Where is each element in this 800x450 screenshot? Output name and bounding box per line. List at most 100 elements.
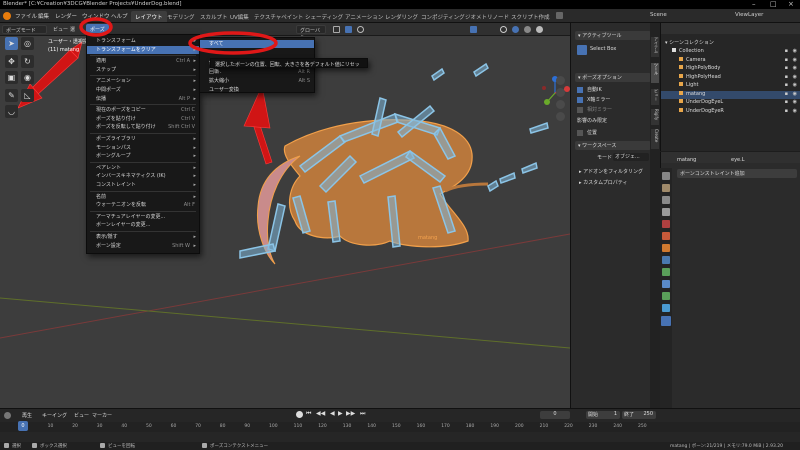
outliner-row-label: Collection (679, 48, 704, 54)
x-mirror-checkbox[interactable]: X軸ミラー (577, 96, 610, 103)
outliner-row[interactable]: Collection ◉ ▪ (661, 48, 800, 56)
active-tool-panel-header[interactable]: ▾ アクティブツール (575, 31, 651, 40)
jump-start-icon[interactable]: ⏮ (306, 410, 311, 418)
visibility-eye-icon[interactable]: ◉ (793, 48, 797, 54)
visibility-eye-icon[interactable]: ◉ (793, 74, 797, 80)
properties-editor: matang eye.L ボーンコンストレイント追加 (660, 152, 800, 408)
frame-tick-label: 60 (170, 424, 177, 429)
object-type-icon (679, 65, 683, 69)
outliner-row[interactable]: Camera ◉ ▪ (661, 56, 800, 65)
current-frame-field[interactable]: 0 (540, 411, 570, 419)
scene-collection-row[interactable]: ▾ シーンコレクション (665, 39, 714, 46)
outliner-row[interactable]: UnderDogEyeL ◉ ▪ (661, 99, 800, 107)
visibility-eye-icon[interactable]: ◉ (793, 108, 797, 114)
custom-properties-toggle[interactable]: ▸ カスタムプロパティ (579, 179, 628, 186)
view-layer-props-icon[interactable] (662, 208, 670, 216)
record-icon[interactable] (296, 411, 303, 418)
visibility-eye-icon[interactable]: ◉ (793, 65, 797, 71)
playhead[interactable]: 0 (18, 421, 28, 431)
render-camera-icon[interactable]: ▪ (785, 82, 788, 88)
tool-name: Select Box (590, 46, 617, 52)
render-camera-icon[interactable]: ▪ (785, 108, 788, 114)
tab-item[interactable]: アイテム (651, 37, 659, 57)
timeline-menu-view[interactable]: ビュー (74, 412, 89, 419)
frame-ruler[interactable]: 0 10 20 30 40 50 60 70 80 90 100 110 120 130 140 150 160… (0, 422, 800, 432)
visibility-eye-icon[interactable]: ◉ (793, 99, 797, 105)
tab-tool[interactable]: ツール (651, 63, 659, 83)
editor-type-icon[interactable] (4, 412, 11, 419)
status-select: 選択 (12, 444, 21, 449)
frame-tick-label: 220 (564, 424, 573, 429)
tool-props-icon[interactable] (662, 172, 670, 180)
properties-tabs (660, 168, 672, 408)
sidebar-tabs: アイテム ツール ビュー Rigify Create (650, 23, 660, 408)
auto-ik-checkbox[interactable]: 自動IK (577, 86, 602, 93)
tab-rigify[interactable]: Rigify (651, 109, 659, 125)
next-key-icon[interactable]: ▶▶ (346, 410, 355, 417)
outliner-row-label: matang (686, 90, 706, 97)
tab-view[interactable]: ビュー (651, 89, 659, 105)
bone-props-icon[interactable] (662, 304, 670, 312)
render-camera-icon[interactable]: ▪ (785, 57, 788, 63)
frame-tick-label: 240 (613, 424, 622, 429)
render-camera-icon[interactable]: ▪ (785, 74, 788, 80)
outliner-row-label: Light (686, 82, 699, 88)
render-camera-icon[interactable]: ▪ (785, 65, 788, 71)
visibility-eye-icon[interactable]: ◉ (793, 91, 797, 97)
play-reverse-icon[interactable]: ◀ (330, 410, 335, 417)
timeline-menu-keying[interactable]: キーイング (42, 412, 67, 419)
object-props-icon[interactable] (662, 244, 670, 252)
select-box-tool-icon[interactable] (577, 45, 587, 55)
add-bone-constraint-button[interactable]: ボーンコンストレイント追加 (677, 169, 797, 178)
render-camera-icon[interactable]: ▪ (785, 99, 788, 105)
render-camera-icon[interactable]: ▪ (785, 48, 788, 54)
modifier-props-icon[interactable] (662, 256, 670, 264)
start-frame-field[interactable]: 開始 1 (586, 411, 620, 419)
status-bar: 選択 ボックス選択 ビューを回転 ポーズコンテクストメニュー matang | … (0, 442, 800, 450)
output-props-icon[interactable] (662, 196, 670, 204)
frame-tick-label: 250 (638, 424, 647, 429)
outliner-row[interactable]: Light ◉ ▪ (661, 82, 800, 90)
props-object-breadcrumb: matang (677, 157, 697, 163)
outliner-row[interactable]: HighPolyHead ◉ ▪ (661, 73, 800, 82)
outliner-row-label: UnderDogEyeL (686, 99, 724, 105)
frame-tick-label: 150 (392, 424, 401, 429)
frame-tick-label: 30 (96, 424, 103, 429)
data-props-icon[interactable] (662, 292, 670, 300)
outliner-row[interactable]: matang ◉ ▪ (661, 90, 800, 99)
workspace-panel-header[interactable]: ▾ ワークスペース (575, 141, 651, 150)
world-props-icon[interactable] (662, 232, 670, 240)
timeline-menu-playback[interactable]: 再生 (22, 412, 32, 419)
frame-tick-label: 230 (588, 424, 598, 429)
jump-end-icon[interactable]: ⏭ (360, 410, 365, 418)
constraint-props-icon[interactable] (662, 280, 670, 288)
status-stats: matang | ボーン:21/219 | メモリ:79.0 MiB | 2.9… (670, 444, 783, 449)
physics-props-icon[interactable] (662, 268, 670, 276)
frame-tick-label: 50 (146, 424, 152, 429)
prev-key-icon[interactable]: ◀◀ (316, 410, 325, 417)
render-camera-icon[interactable]: ▪ (785, 91, 788, 97)
filter-addons-toggle[interactable]: ▸ アドオンをフィルタリング (579, 168, 643, 175)
scene-props-icon[interactable] (662, 220, 670, 228)
play-icon[interactable]: ▶ (338, 410, 343, 417)
mode-dropdown-panel[interactable]: オブジェ... (613, 153, 649, 161)
relative-mirror-checkbox[interactable]: 相対ミラー (577, 106, 612, 113)
visibility-eye-icon[interactable]: ◉ (793, 82, 797, 88)
status-context-menu: ポーズコンテクストメニュー (210, 444, 269, 449)
end-frame-field[interactable]: 終了 250 (622, 411, 656, 419)
checkbox-checked-icon (577, 86, 583, 93)
outliner-row-label: HighPolyHead (686, 73, 721, 80)
mode-label: モード (597, 155, 613, 161)
outliner-row[interactable]: HighPolyBody ◉ ▪ (661, 65, 800, 73)
bone-constraint-props-icon[interactable] (661, 316, 671, 326)
visibility-eye-icon[interactable]: ◉ (793, 57, 797, 63)
frame-tick-label: 80 (219, 424, 226, 429)
timeline-menu-marker[interactable]: マーカー (92, 412, 112, 419)
frame-tick-label: 190 (490, 424, 499, 429)
location-checkbox[interactable]: 位置 (577, 129, 597, 136)
tab-create[interactable]: Create (651, 129, 659, 149)
render-props-icon[interactable] (662, 184, 670, 192)
frame-tick-label: 180 (465, 424, 475, 429)
pose-options-header[interactable]: ▾ ポーズオプション (575, 73, 651, 82)
outliner-row[interactable]: UnderDogEyeR ◉ ▪ (661, 107, 800, 116)
